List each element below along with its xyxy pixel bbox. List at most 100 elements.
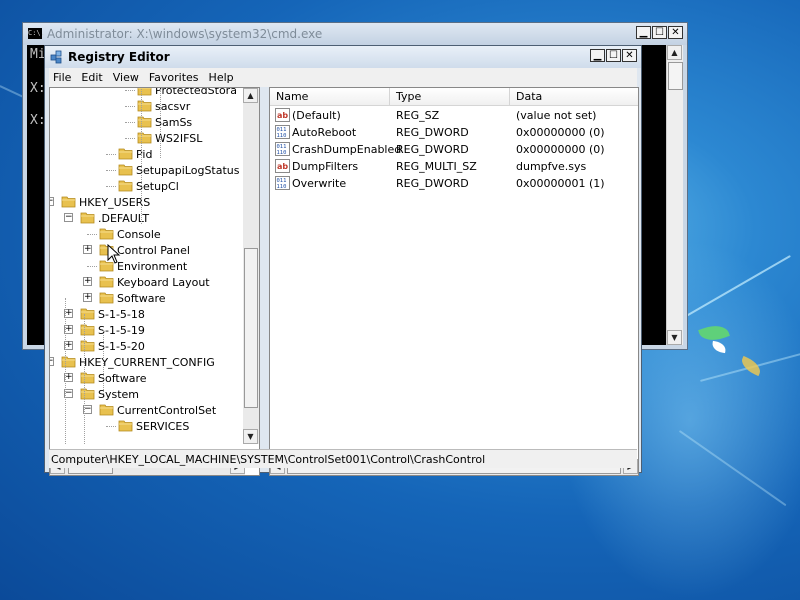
scroll-down-arrow-icon[interactable]: ▼ xyxy=(243,429,258,444)
tree-node-label: Environment xyxy=(117,260,188,273)
registry-editor-window[interactable]: Registry Editor ▁ ☐ ✕ File Edit View Fav… xyxy=(44,45,642,476)
expand-icon[interactable]: + xyxy=(83,277,92,286)
tree-node-label: Software xyxy=(98,372,147,385)
menu-favorites[interactable]: Favorites xyxy=(145,68,205,87)
collapse-icon[interactable]: − xyxy=(50,197,54,206)
tree-node-label: S-1-5-18 xyxy=(98,308,145,321)
close-button[interactable]: ✕ xyxy=(668,26,683,39)
folder-icon xyxy=(80,212,95,224)
tree-vertical-scrollbar[interactable]: ▲ ▼ xyxy=(243,88,259,444)
menu-bar: File Edit View Favorites Help xyxy=(49,68,637,87)
collapse-icon[interactable]: − xyxy=(64,213,73,222)
tree-node-label: Pid xyxy=(136,148,153,161)
cmd-title: Administrator: X:\windows\system32\cmd.e… xyxy=(47,27,323,41)
tree-node-label: HKEY_CURRENT_CONFIG xyxy=(79,356,215,369)
tree-node-label: Keyboard Layout xyxy=(117,276,210,289)
value-data: 0x00000000 (0) xyxy=(516,143,605,156)
status-path: Computer\HKEY_LOCAL_MACHINE\SYSTEM\Contr… xyxy=(51,453,486,466)
scroll-thumb[interactable] xyxy=(668,62,683,90)
tree-node-label: SetupCl xyxy=(136,180,179,193)
value-name: DumpFilters xyxy=(292,160,359,173)
binary-value-icon: 011 110 xyxy=(275,142,290,156)
expand-icon[interactable]: + xyxy=(83,293,92,302)
value-type: REG_DWORD xyxy=(396,126,469,139)
value-row[interactable]: 011 110 Overwrite REG_DWORD 0x00000001 (1) xyxy=(270,175,638,192)
tree-node-label: S-1-5-19 xyxy=(98,324,145,337)
tree-connector-line xyxy=(160,88,161,158)
value-row[interactable]: 011 110 CrashDumpEnabled REG_DWORD 0x0000000… xyxy=(270,141,638,158)
folder-icon xyxy=(80,324,95,336)
folder-icon xyxy=(118,148,133,160)
scroll-up-arrow-icon[interactable]: ▲ xyxy=(243,88,258,103)
value-type: REG_SZ xyxy=(396,109,440,122)
folder-icon xyxy=(99,404,114,416)
tree-node-label: CurrentControlSet xyxy=(117,404,217,417)
tree-node-label: Software xyxy=(117,292,166,305)
value-row[interactable]: ab DumpFilters REG_MULTI_SZ dumpfve.sys xyxy=(270,158,638,175)
value-type: REG_MULTI_SZ xyxy=(396,160,477,173)
folder-icon xyxy=(99,228,114,240)
value-type: REG_DWORD xyxy=(396,177,469,190)
svg-text:ab: ab xyxy=(277,111,288,120)
folder-icon xyxy=(137,88,152,96)
tree-connector-line xyxy=(65,298,66,444)
folder-icon xyxy=(80,308,95,320)
expand-icon[interactable]: + xyxy=(83,245,92,254)
folder-icon xyxy=(118,420,133,432)
svg-text:110: 110 xyxy=(277,150,287,156)
column-header-data[interactable]: Data xyxy=(516,90,542,103)
menu-help[interactable]: Help xyxy=(205,68,240,87)
tree-content: ProtectedStora sacsvr SamSs WS2IFSL Pid Setup… xyxy=(50,88,245,444)
value-data: 0x00000000 (0) xyxy=(516,126,605,139)
folder-icon xyxy=(80,340,95,352)
registry-values-pane[interactable]: Name Type Data ab (Default) REG_SZ (value n… xyxy=(269,87,639,476)
regedit-icon xyxy=(50,50,62,64)
value-name: AutoReboot xyxy=(292,126,357,139)
svg-text:110: 110 xyxy=(277,133,287,139)
tree-node-label: System xyxy=(98,388,140,401)
scroll-up-arrow-icon[interactable]: ▲ xyxy=(667,45,682,60)
value-row[interactable]: ab (Default) REG_SZ (value not set) xyxy=(270,107,638,124)
folder-icon xyxy=(137,132,152,144)
regedit-title-bar[interactable]: Registry Editor ▁ ☐ ✕ xyxy=(45,46,641,68)
close-button[interactable]: ✕ xyxy=(622,49,637,62)
folder-icon xyxy=(99,276,114,288)
svg-text:ab: ab xyxy=(277,162,288,171)
value-row[interactable]: 011 110 AutoReboot REG_DWORD 0x00000000 (0) xyxy=(270,124,638,141)
binary-value-icon: 011 110 xyxy=(275,125,290,139)
column-header-type[interactable]: Type xyxy=(396,90,421,103)
binary-value-icon: 011 110 xyxy=(275,176,290,190)
minimize-button[interactable]: ▁ xyxy=(636,26,651,39)
menu-edit[interactable]: Edit xyxy=(77,68,108,87)
cmd-vertical-scrollbar[interactable]: ▲ ▼ xyxy=(666,45,683,345)
minimize-button[interactable]: ▁ xyxy=(590,49,605,62)
tree-node-label: S-1-5-20 xyxy=(98,340,145,353)
string-value-icon: ab xyxy=(275,159,290,173)
folder-icon xyxy=(118,164,133,176)
tree-node-label: Control Panel xyxy=(117,244,190,257)
folder-icon xyxy=(137,100,152,112)
folder-icon xyxy=(61,356,76,368)
value-data: (value not set) xyxy=(516,109,597,122)
cmd-title-bar[interactable]: C:\. Administrator: X:\windows\system32\… xyxy=(23,23,687,45)
tree-node-label: Console xyxy=(117,228,161,241)
mouse-cursor-icon xyxy=(107,244,121,264)
tree-node-label: ProtectedStora xyxy=(155,88,237,97)
tree-connector-line xyxy=(141,88,142,224)
tree-node-label: SERVICES xyxy=(136,420,190,433)
scroll-down-arrow-icon[interactable]: ▼ xyxy=(667,330,682,345)
tree-node-label: HKEY_USERS xyxy=(79,196,151,209)
regedit-title: Registry Editor xyxy=(68,50,170,64)
menu-view[interactable]: View xyxy=(109,68,145,87)
maximize-button[interactable]: ☐ xyxy=(652,26,667,39)
value-name: CrashDumpEnabled xyxy=(292,143,402,156)
maximize-button[interactable]: ☐ xyxy=(606,49,621,62)
column-header-name[interactable]: Name xyxy=(276,90,308,103)
collapse-icon[interactable]: − xyxy=(50,357,54,366)
registry-tree-pane[interactable]: ProtectedStora sacsvr SamSs WS2IFSL Pid Setup… xyxy=(49,87,260,476)
scroll-thumb[interactable] xyxy=(244,248,258,408)
menu-file[interactable]: File xyxy=(49,68,77,87)
list-header: Name Type Data xyxy=(270,88,638,106)
tree-connector-line xyxy=(84,314,85,444)
status-bar: Computer\HKEY_LOCAL_MACHINE\SYSTEM\Contr… xyxy=(49,449,637,468)
